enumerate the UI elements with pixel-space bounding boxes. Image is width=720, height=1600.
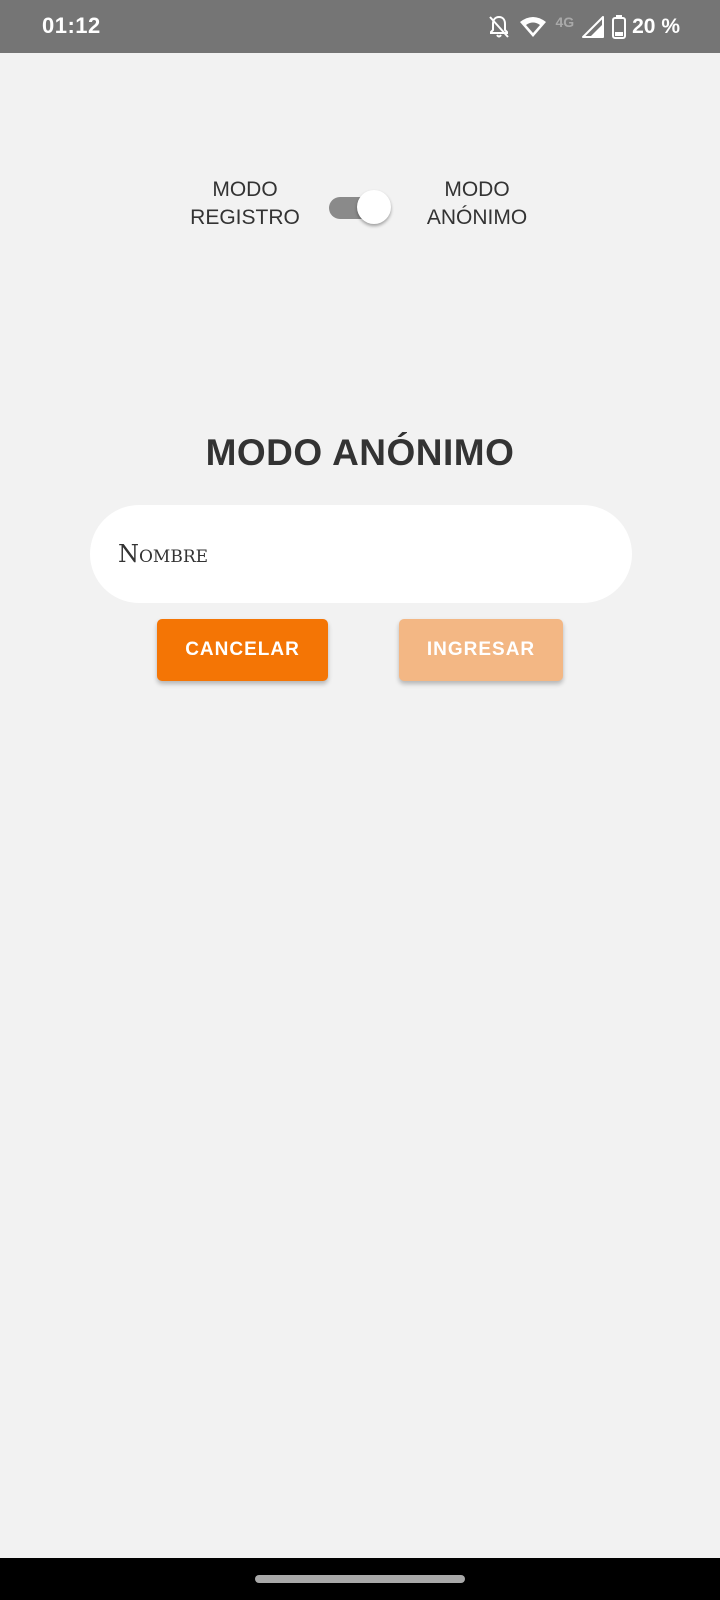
name-field <box>90 505 632 613</box>
cancel-button[interactable]: CANCELAR <box>157 619 328 681</box>
mode-toggle-row: MODO REGISTRO MODO ANÓNIMO <box>0 176 720 236</box>
anonymous-mode-label-line1: MODO <box>444 178 510 201</box>
home-gesture-handle[interactable] <box>255 1575 465 1583</box>
registration-mode-label-line2: REGISTRO <box>190 206 300 229</box>
network-type: 4G <box>555 14 575 30</box>
page-title: MODO ANÓNIMO <box>205 432 515 473</box>
status-bar: 01:12 4G 20 % <box>0 0 720 53</box>
battery-percent: 20 % <box>632 15 680 38</box>
battery-icon <box>612 15 627 39</box>
registration-mode-label: MODO REGISTRO <box>186 176 304 232</box>
anonymous-mode-label-line2: ANÓNIMO <box>426 206 528 229</box>
status-icons: 4G 20 % <box>487 12 680 42</box>
mode-switch[interactable] <box>329 190 393 224</box>
name-input[interactable] <box>118 505 598 613</box>
registration-mode-label-line1: MODO <box>212 178 278 201</box>
status-time: 01:12 <box>42 13 101 38</box>
mode-switch-thumb <box>357 190 391 224</box>
navigation-bar <box>0 1558 720 1600</box>
signal-icon <box>582 16 605 38</box>
login-button[interactable]: INGRESAR <box>399 619 563 681</box>
wifi-icon <box>519 16 547 38</box>
notifications-off-icon <box>487 14 511 40</box>
anonymous-mode-label: MODO ANÓNIMO <box>418 176 536 232</box>
